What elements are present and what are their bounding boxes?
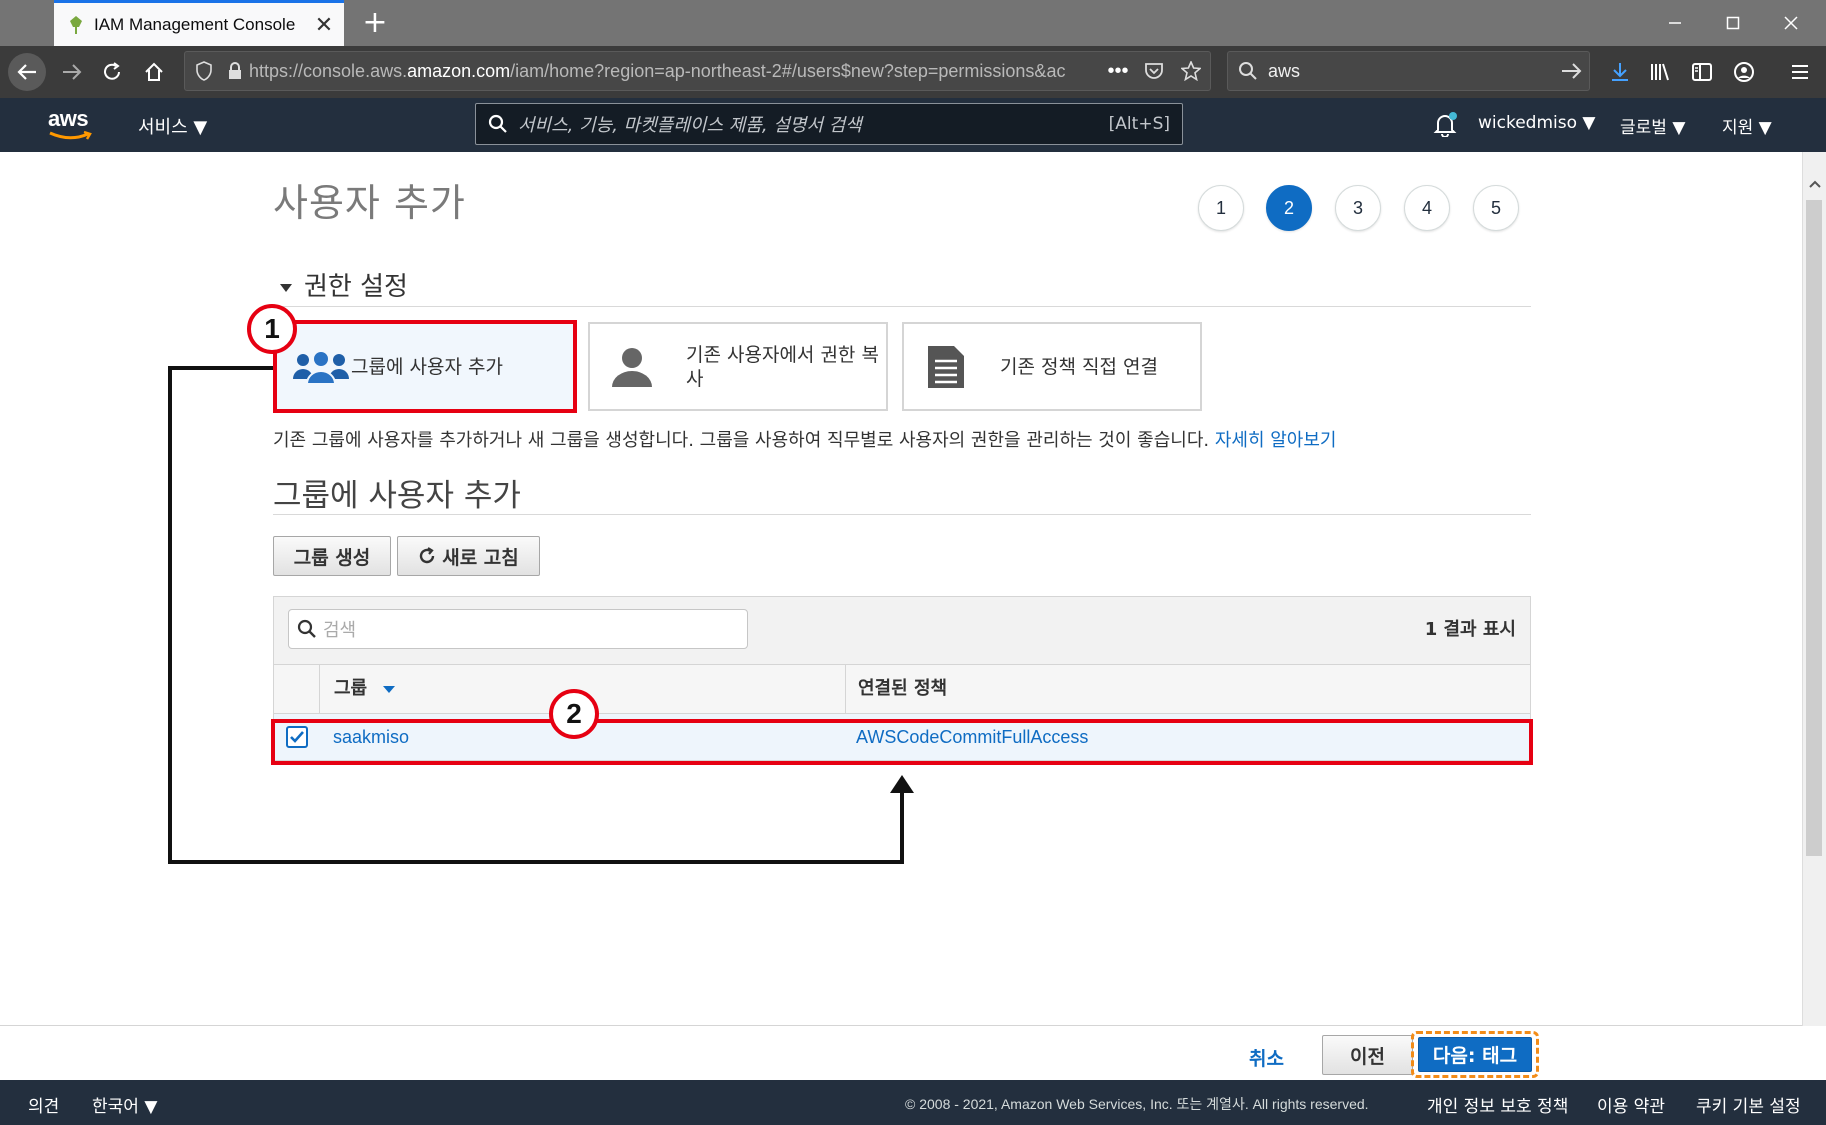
tab-title: IAM Management Console xyxy=(94,14,296,34)
sort-down-icon[interactable] xyxy=(383,685,396,693)
search-icon xyxy=(297,619,317,639)
add-to-group-title: 그룹에 사용자 추가 xyxy=(273,478,521,514)
collapse-caret-icon[interactable] xyxy=(280,283,292,292)
forward-icon[interactable] xyxy=(54,54,90,90)
browser-search-bar[interactable]: aws xyxy=(1227,51,1590,91)
new-tab-icon[interactable]: + xyxy=(356,4,394,42)
account-icon[interactable] xyxy=(1726,54,1762,90)
region-menu[interactable]: 글로벌 ▼ xyxy=(1620,113,1685,138)
menu-icon[interactable] xyxy=(1782,54,1818,90)
highlight-box-row xyxy=(271,719,1533,765)
console-footer: 의견 한국어 ▼ © 2008 - 2021, Amazon Web Servi… xyxy=(0,1080,1826,1125)
create-group-button[interactable]: 그룹 생성 xyxy=(273,536,391,576)
step-1: 1 xyxy=(1198,185,1244,231)
permissions-section-heading[interactable]: 권한 설정 xyxy=(280,266,408,303)
previous-button[interactable]: 이전 xyxy=(1322,1035,1413,1075)
sidebar-icon[interactable] xyxy=(1684,54,1720,90)
downloads-icon[interactable] xyxy=(1602,54,1638,90)
page-title: 사용자 추가 xyxy=(273,181,466,225)
terms-link[interactable]: 이용 약관 xyxy=(1597,1092,1665,1117)
search-icon xyxy=(1238,61,1258,81)
services-menu[interactable]: 서비스 ▼ xyxy=(138,113,207,139)
support-menu[interactable]: 지원 ▼ xyxy=(1722,113,1772,138)
user-icon xyxy=(610,345,654,389)
more-actions-icon[interactable]: ••• xyxy=(1100,60,1136,83)
browser-search-value[interactable]: aws xyxy=(1268,61,1553,82)
aws-search-input[interactable]: 서비스, 기능, 마켓플레이스 제품, 설명서 검색 [Alt+S] xyxy=(475,103,1183,145)
table-search-input[interactable]: 검색 xyxy=(288,609,748,649)
minimize-icon[interactable] xyxy=(1646,0,1704,46)
aws-search-placeholder: 서비스, 기능, 마켓플레이스 제품, 설명서 검색 xyxy=(518,115,862,136)
refresh-icon xyxy=(418,547,436,565)
option-label: 기존 정책 직접 연결 xyxy=(1000,355,1158,378)
lock-icon xyxy=(227,61,243,81)
aws-favicon-icon xyxy=(68,15,84,35)
search-icon xyxy=(488,114,508,134)
scrollbar-thumb[interactable] xyxy=(1806,200,1822,856)
result-count: 1 결과 표시 xyxy=(1424,619,1516,640)
bookmark-star-icon[interactable] xyxy=(1172,61,1210,81)
wizard-action-bar: 취소 이전 다음: 태그 xyxy=(0,1025,1802,1080)
aws-logo[interactable]: aws xyxy=(48,106,94,142)
document-icon xyxy=(926,344,966,390)
copyright-text: © 2008 - 2021, Amazon Web Services, Inc.… xyxy=(905,1096,1369,1112)
back-icon[interactable] xyxy=(8,53,46,91)
privacy-policy-link[interactable]: 개인 정보 보호 정책 xyxy=(1427,1092,1568,1117)
next-tags-button[interactable]: 다음: 태그 xyxy=(1418,1037,1532,1072)
column-header-policy: 연결된 정책 xyxy=(858,678,948,699)
step-3: 3 xyxy=(1335,185,1381,231)
home-icon[interactable] xyxy=(136,54,172,90)
scroll-up-icon[interactable] xyxy=(1803,174,1826,194)
page-content xyxy=(0,152,1802,1025)
description-text: 기존 그룹에 사용자를 추가하거나 새 그룹을 생성합니다. 그룹을 사용하여 … xyxy=(273,430,1337,451)
aws-console-header: aws 서비스 ▼ 서비스, 기능, 마켓플레이스 제품, 설명서 검색 [Al… xyxy=(0,98,1826,152)
cookie-preferences-link[interactable]: 쿠키 기본 설정 xyxy=(1696,1092,1801,1117)
option-label: 기존 사용자에서 권한 복사 xyxy=(686,343,879,390)
library-icon[interactable] xyxy=(1642,54,1678,90)
divider xyxy=(273,306,1531,307)
close-tab-icon[interactable]: ✕ xyxy=(304,12,344,38)
cancel-link[interactable]: 취소 xyxy=(1249,1044,1284,1071)
step-4: 4 xyxy=(1404,185,1450,231)
option-attach-policies[interactable]: 기존 정책 직접 연결 xyxy=(902,322,1202,411)
browser-tab-bar: IAM Management Console ✕ + xyxy=(0,0,1826,46)
close-window-icon[interactable] xyxy=(1762,0,1820,46)
column-divider xyxy=(845,665,846,713)
browser-tab[interactable]: IAM Management Console ✕ xyxy=(54,0,344,46)
learn-more-link[interactable]: 자세히 알아보기 xyxy=(1215,430,1337,451)
annotation-badge-1: 1 xyxy=(247,304,297,354)
language-selector[interactable]: 한국어 ▼ xyxy=(92,1092,157,1117)
column-header-group[interactable]: 그룹 xyxy=(334,665,396,713)
focus-ring: 다음: 태그 xyxy=(1411,1031,1539,1078)
reload-icon[interactable] xyxy=(94,54,130,90)
account-menu[interactable]: wickedmiso ▼ xyxy=(1478,113,1595,133)
pocket-icon[interactable] xyxy=(1136,62,1172,80)
annotation-badge-2: 2 xyxy=(549,689,599,739)
divider xyxy=(273,514,1531,515)
highlight-box-option xyxy=(273,320,577,413)
address-bar[interactable]: https://console.aws.amazon.com/iam/home?… xyxy=(184,51,1211,91)
step-2: 2 xyxy=(1266,185,1312,231)
table-header: 그룹 연결된 정책 xyxy=(274,664,1530,714)
column-divider xyxy=(319,665,320,713)
maximize-icon[interactable] xyxy=(1704,0,1762,46)
table-search-placeholder: 검색 xyxy=(323,620,357,641)
go-arrow-icon[interactable] xyxy=(1553,61,1589,81)
aws-smile-icon xyxy=(49,130,92,140)
url-text[interactable]: https://console.aws.amazon.com/iam/home?… xyxy=(249,61,1100,82)
notification-bell-icon[interactable] xyxy=(1432,111,1458,137)
search-shortcut: [Alt+S] xyxy=(1108,114,1170,134)
refresh-button[interactable]: 새로 고침 xyxy=(397,536,540,576)
browser-nav-bar: https://console.aws.amazon.com/iam/home?… xyxy=(0,46,1826,98)
feedback-link[interactable]: 의견 xyxy=(28,1092,59,1117)
step-5: 5 xyxy=(1473,185,1519,231)
option-copy-permissions[interactable]: 기존 사용자에서 권한 복사 xyxy=(588,322,888,411)
shield-icon[interactable] xyxy=(195,61,213,81)
